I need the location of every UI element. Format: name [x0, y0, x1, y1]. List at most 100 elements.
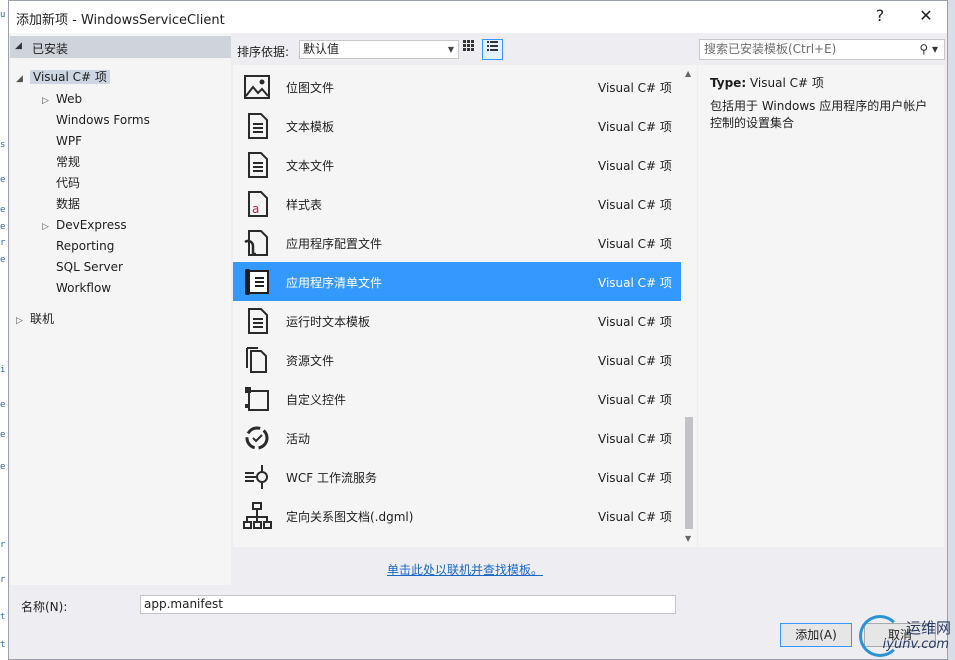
search-icon[interactable]: ⚲ ▾: [919, 40, 938, 59]
expand-icon: ◢: [16, 74, 23, 84]
manifest-file-icon: [245, 269, 269, 295]
template-name: 活动: [286, 432, 311, 446]
scroll-up-icon[interactable]: ▲: [685, 69, 691, 78]
tree-item-online[interactable]: ▷ 联机: [16, 309, 54, 330]
svg-text:a: a: [252, 202, 259, 216]
collapse-icon: ◢: [15, 41, 22, 51]
tree-item-label: Workflow: [56, 281, 112, 295]
template-row[interactable]: 定向关系图文档(.dgml) Visual C# 项: [233, 496, 681, 535]
tree-item-label: 数据: [56, 197, 81, 211]
search-placeholder: 搜索已安装模板(Ctrl+E): [704, 42, 837, 56]
template-name: 资源文件: [286, 354, 335, 368]
template-category: Visual C# 项: [598, 432, 672, 446]
template-row[interactable]: 活动 Visual C# 项: [233, 418, 681, 457]
text-file-icon: [248, 152, 268, 178]
tree-item[interactable]: Reporting: [42, 236, 114, 257]
tree-item[interactable]: ▷ DevExpress: [42, 215, 127, 236]
tree-item[interactable]: 数据: [42, 194, 80, 215]
template-category: Visual C# 项: [598, 120, 672, 134]
template-row[interactable]: 运行时文本模板 Visual C# 项: [233, 301, 681, 340]
search-installed-templates-input[interactable]: 搜索已安装模板(Ctrl+E) ⚲ ▾: [699, 39, 945, 60]
tree-item-label: 常规: [56, 155, 81, 169]
find-templates-online-link[interactable]: 单击此处以联机并查找模板。: [387, 561, 543, 578]
tree-item-label: WPF: [56, 134, 83, 148]
template-category: Visual C# 项: [598, 198, 672, 212]
template-row[interactable]: 位图文件 Visual C# 项: [233, 67, 681, 106]
installed-label: 已安装: [32, 42, 69, 56]
scrollbar-thumb[interactable]: [685, 417, 693, 529]
type-label: Type:: [710, 76, 747, 90]
tree-item[interactable]: Workflow: [42, 278, 111, 299]
runtime-text-template-icon: [248, 308, 268, 334]
scroll-down-icon[interactable]: ▼: [685, 534, 691, 543]
template-category: Visual C# 项: [598, 471, 672, 485]
template-row[interactable]: a 样式表 Visual C# 项: [233, 184, 681, 223]
tree-item-label: Windows Forms: [56, 113, 150, 127]
stylesheet-icon: a: [248, 191, 268, 217]
help-button[interactable]: ?: [867, 5, 893, 29]
template-row[interactable]: 应用程序清单文件 Visual C# 项: [233, 262, 681, 301]
config-file-icon: [244, 230, 268, 256]
tree-item[interactable]: 常规: [42, 152, 80, 173]
sort-value: 默认值: [303, 42, 340, 56]
tree-item[interactable]: 代码: [42, 173, 80, 194]
list-view-button[interactable]: [482, 39, 503, 60]
bitmap-icon: [244, 75, 270, 99]
tree-item-label: Visual C# 项: [30, 70, 110, 84]
resource-file-icon: [246, 347, 267, 373]
add-button[interactable]: 添加(A): [780, 623, 852, 647]
template-list: 位图文件 Visual C# 项文本模板 Visual C# 项文本文件 Visual…: [233, 65, 681, 547]
tree-item[interactable]: ◢ Visual C# 项: [16, 67, 110, 88]
template-row[interactable]: 应用程序配置文件 Visual C# 项: [233, 223, 681, 262]
template-type: Type: Visual C# 项: [710, 74, 824, 91]
template-category: Visual C# 项: [598, 276, 672, 290]
type-value: Visual C# 项: [749, 76, 824, 90]
template-name: 样式表: [286, 198, 323, 212]
name-input[interactable]: app.manifest: [140, 595, 676, 614]
watermark-line2: iyunv.com: [882, 637, 949, 652]
template-name: 应用程序清单文件: [286, 276, 383, 290]
tree-item-label: Reporting: [56, 239, 115, 253]
watermark-logo: 运维网 iyunv.com: [857, 613, 955, 659]
template-row[interactable]: 资源文件 Visual C# 项: [233, 340, 681, 379]
expand-icon: ▷: [16, 316, 23, 326]
name-label: 名称(N):: [21, 600, 68, 614]
add-new-item-dialog: 添加新项 - WindowsServiceClient ? ✕ ◢ 已安装 ◢ V…: [8, 0, 951, 660]
template-row[interactable]: 文本模板 Visual C# 项: [233, 106, 681, 145]
tree-item-label: DevExpress: [56, 218, 127, 232]
template-row[interactable]: 自定义控件 Visual C# 项: [233, 379, 681, 418]
text-template-icon: [248, 113, 268, 139]
sort-dropdown[interactable]: 默认值 ▼: [299, 40, 459, 59]
template-category: Visual C# 项: [598, 81, 672, 95]
installed-section-header[interactable]: ◢ 已安装: [10, 36, 231, 58]
template-name: 定向关系图文档(.dgml): [286, 510, 414, 524]
sort-label: 排序依据:: [237, 45, 290, 59]
tree-item[interactable]: SQL Server: [42, 257, 123, 278]
template-name: 位图文件: [286, 81, 335, 95]
template-category: Visual C# 项: [598, 510, 672, 524]
template-category: Visual C# 项: [598, 354, 672, 368]
close-button[interactable]: ✕: [913, 5, 939, 29]
tree-item[interactable]: Windows Forms: [42, 110, 150, 131]
template-row[interactable]: WCF 工作流服务 Visual C# 项: [233, 457, 681, 496]
medium-icons-view-button[interactable]: [458, 39, 479, 60]
dgml-icon: [243, 502, 272, 529]
template-category: Visual C# 项: [598, 237, 672, 251]
tree-item-label: Web: [56, 92, 83, 106]
template-category: Visual C# 项: [598, 315, 672, 329]
custom-control-icon: [245, 387, 269, 411]
template-name: 应用程序配置文件: [286, 237, 383, 251]
tree-item-label: SQL Server: [56, 260, 123, 274]
template-detail-panel: Type: Visual C# 项 包括用于 Windows 应用程序的用户帐户…: [698, 65, 944, 547]
template-description: 包括用于 Windows 应用程序的用户帐户控制的设置集合: [710, 99, 928, 130]
template-list-scrollbar[interactable]: ▲ ▼: [681, 65, 697, 547]
tree-item-label: 代码: [56, 176, 81, 190]
grid-view-icon: [463, 40, 474, 51]
tree-item[interactable]: ▷ Web: [42, 89, 82, 110]
chevron-down-icon: ▼: [447, 45, 454, 54]
activity-icon: [245, 426, 269, 450]
wcf-workflow-icon: [245, 465, 268, 489]
tree-item[interactable]: WPF: [42, 131, 82, 152]
template-name: 运行时文本模板: [286, 315, 371, 329]
template-row[interactable]: 文本文件 Visual C# 项: [233, 145, 681, 184]
